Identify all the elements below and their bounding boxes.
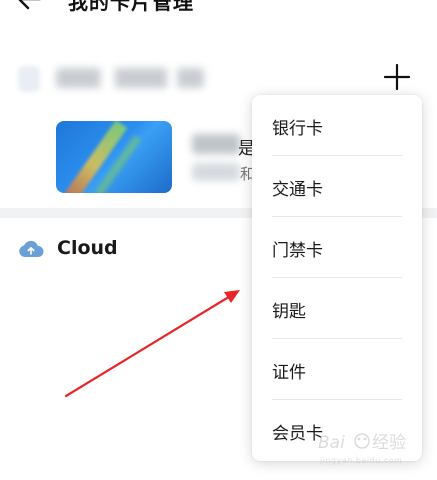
- menu-item-id-document[interactable]: 证件: [252, 339, 422, 400]
- cloud-label[interactable]: Cloud: [57, 237, 118, 259]
- menu-item-key[interactable]: 钥匙: [252, 278, 422, 339]
- menu-item-bank-card[interactable]: 银行卡: [252, 95, 422, 156]
- card-thumbnail[interactable]: [56, 121, 172, 193]
- back-arrow-icon[interactable]: [14, 0, 44, 14]
- svg-text:经验: 经验: [372, 433, 406, 453]
- page-title: 我的卡片管理: [68, 0, 194, 14]
- svg-text:jingyan.baidu.com: jingyan.baidu.com: [319, 456, 402, 465]
- account-icon: [18, 66, 40, 92]
- menu-item-label: 门禁卡: [272, 241, 323, 261]
- menu-item-label: 钥匙: [272, 302, 306, 322]
- card-detail-blurred: [192, 163, 240, 181]
- menu-item-label: 证件: [272, 363, 306, 383]
- add-card-button[interactable]: [382, 62, 412, 92]
- menu-item-label: 会员卡: [272, 424, 323, 444]
- card-name-blurred: [192, 134, 240, 154]
- svg-text:Bai: Bai: [318, 433, 345, 453]
- menu-item-transit-card[interactable]: 交通卡: [252, 156, 422, 217]
- baidu-watermark-logo: Bai 经验 jingyan.baidu.com: [318, 433, 406, 465]
- menu-item-label: 银行卡: [272, 119, 323, 139]
- add-card-dropdown-menu: 银行卡 交通卡 门禁卡 钥匙 证件 会员卡: [252, 95, 422, 461]
- menu-item-label: 交通卡: [272, 180, 323, 200]
- menu-item-access-card[interactable]: 门禁卡: [252, 217, 422, 278]
- cloud-upload-icon: [19, 240, 44, 257]
- account-name-blurred: [56, 68, 204, 88]
